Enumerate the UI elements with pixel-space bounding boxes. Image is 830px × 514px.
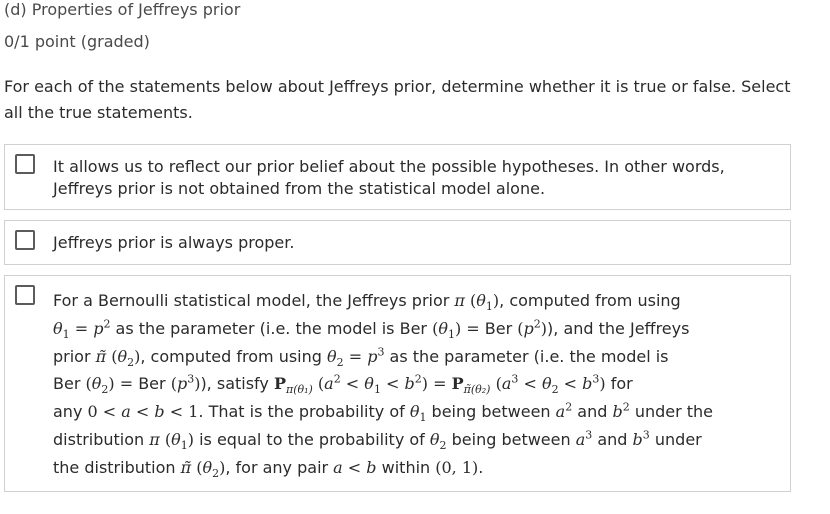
problem-title: (d) Properties of Jeffreys prior (4, 0, 241, 19)
option-1-checkbox[interactable] (15, 154, 35, 174)
option-1-label: It allows us to reflect our prior belief… (53, 157, 725, 198)
option-3[interactable]: For a Bernoulli statistical model, the J… (4, 275, 791, 492)
option-2[interactable]: Jeffreys prior is always proper. (4, 220, 791, 265)
option-1[interactable]: It allows us to reflect our prior belief… (4, 144, 791, 210)
problem-score: 0/1 point (graded) (4, 32, 150, 51)
option-3-checkbox[interactable] (15, 285, 35, 305)
option-3-label: For a Bernoulli statistical model, the J… (53, 291, 714, 480)
problem-instructions: For each of the statements below about J… (4, 77, 791, 122)
option-2-checkbox[interactable] (15, 230, 35, 250)
option-2-label: Jeffreys prior is always proper. (53, 233, 295, 252)
